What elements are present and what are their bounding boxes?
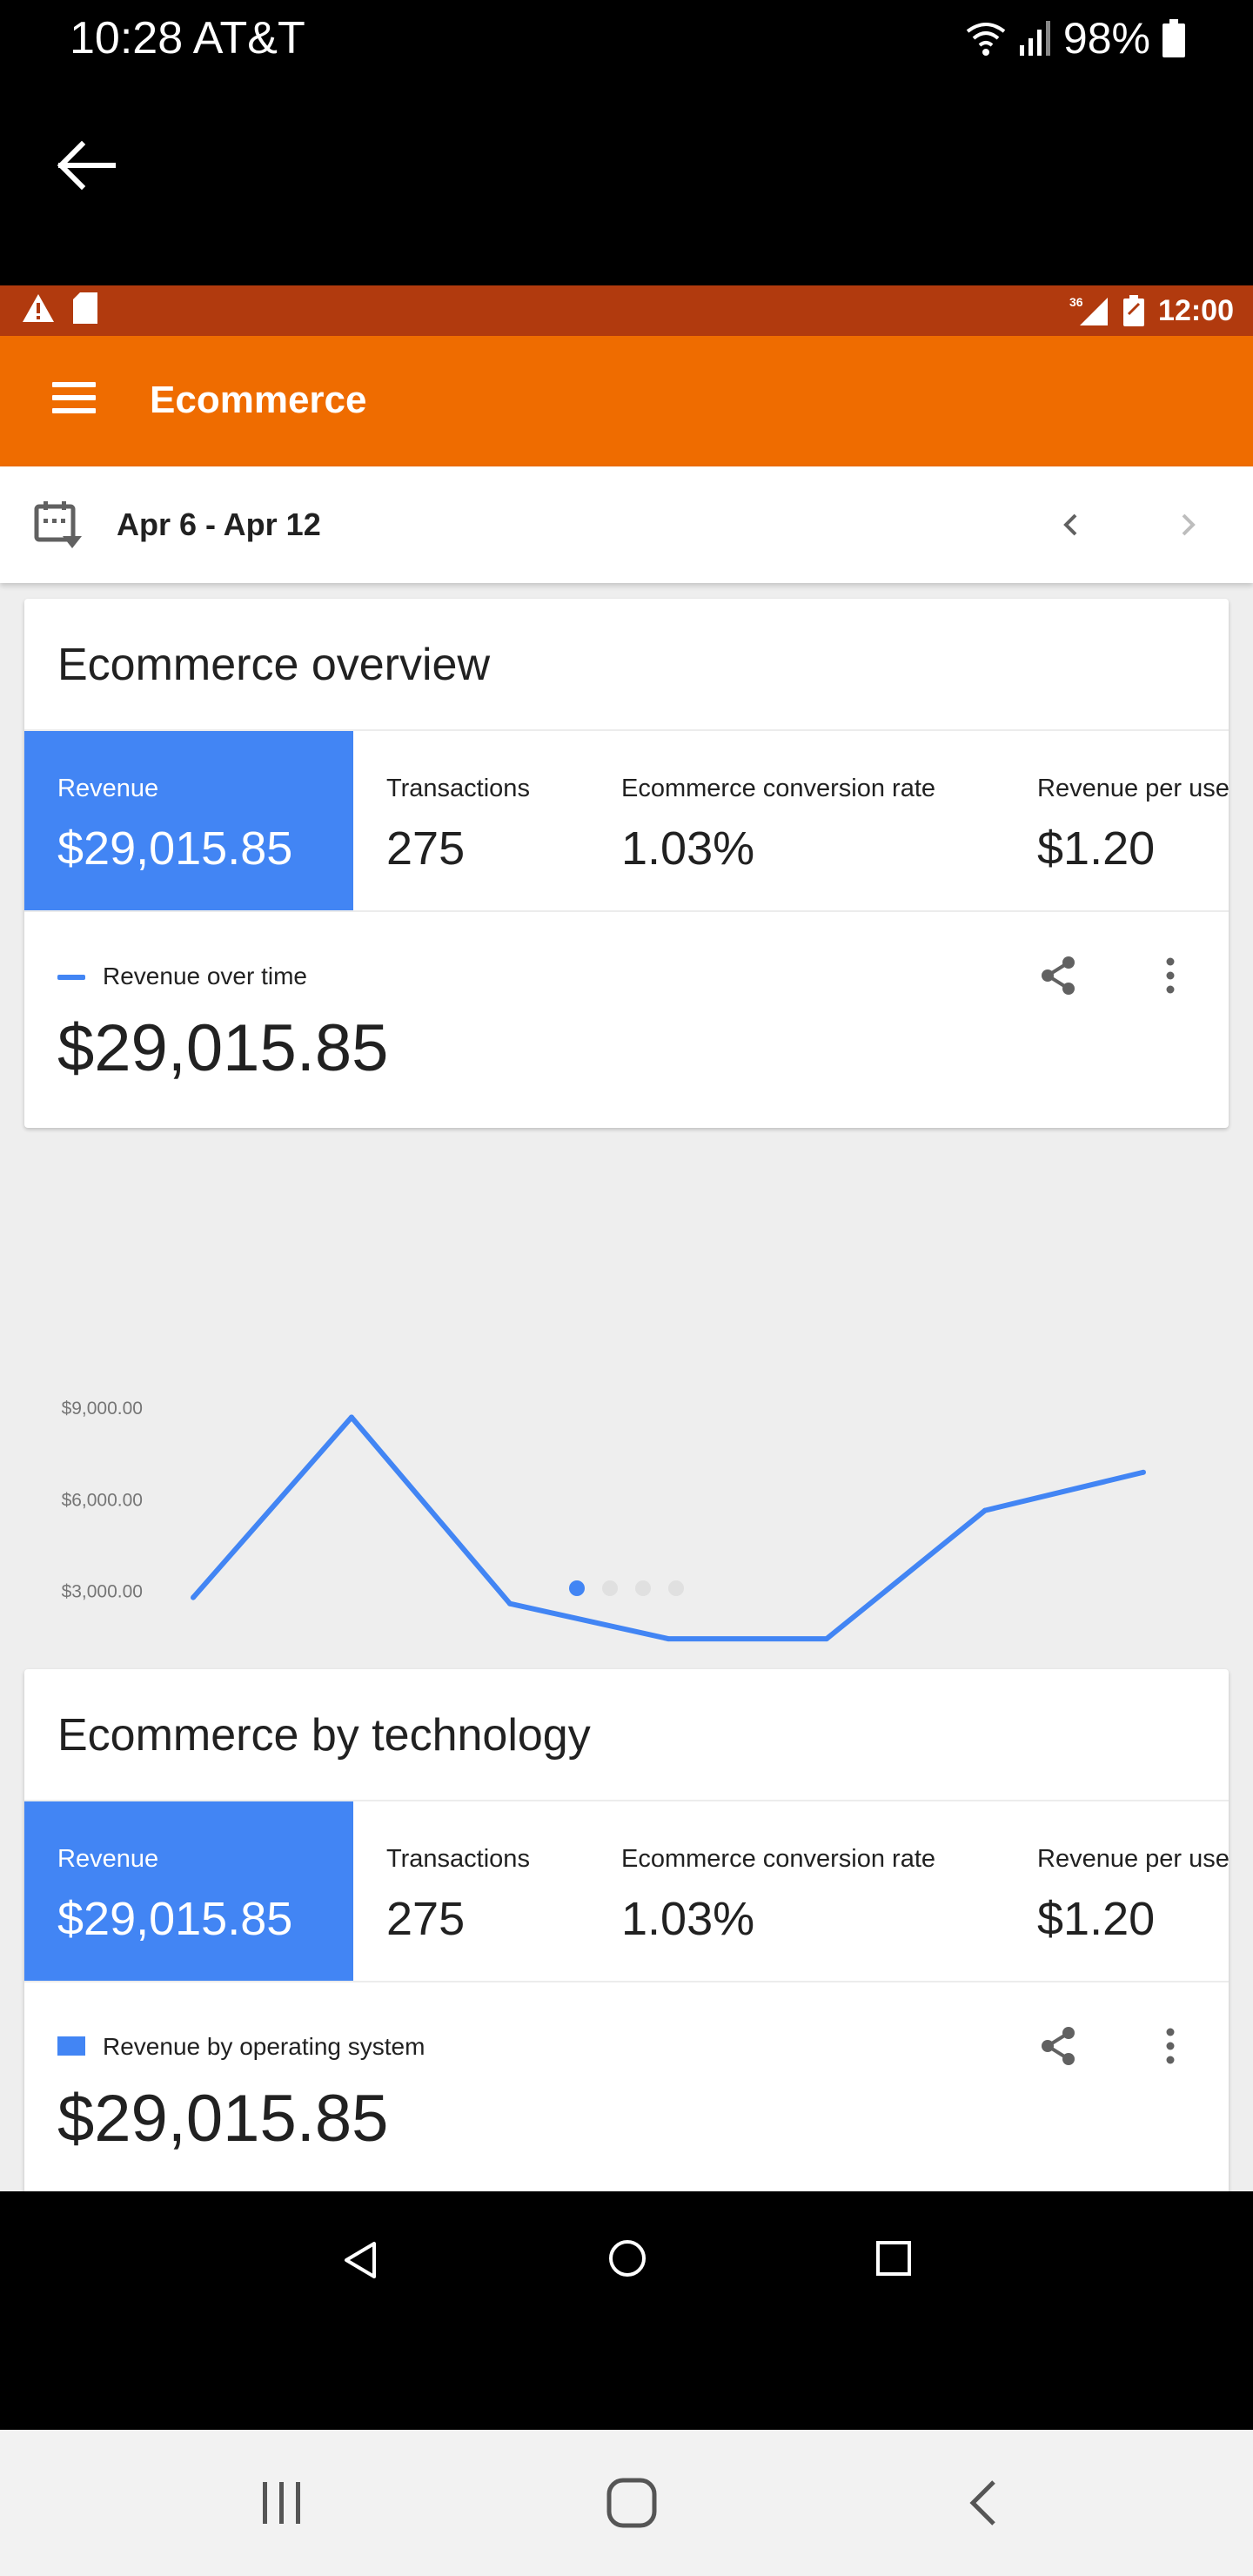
menu-icon[interactable] bbox=[52, 382, 96, 420]
sd-card-icon bbox=[73, 292, 97, 324]
metric-tab-transactions[interactable]: Transactions 275 bbox=[353, 731, 588, 910]
legend-swatch bbox=[57, 2036, 85, 2056]
card-title: Ecommerce overview bbox=[57, 640, 491, 690]
recent-apps-icon[interactable] bbox=[258, 2479, 306, 2527]
y-tick-label: $6,000.00 bbox=[62, 1490, 143, 1510]
data-point[interactable] bbox=[507, 1600, 513, 1607]
chevron-left-icon[interactable] bbox=[1049, 503, 1093, 547]
ecommerce-overview-card: Ecommerce overview Revenue $29,015.85 Tr… bbox=[24, 599, 1229, 1128]
emulator-nav-bar bbox=[0, 2191, 1253, 2430]
chart-legend: Revenue by operating system bbox=[103, 2033, 425, 2060]
calendar-icon[interactable] bbox=[33, 500, 84, 550]
data-point[interactable] bbox=[1141, 1469, 1146, 1475]
more-vert-icon[interactable] bbox=[1157, 2024, 1183, 2068]
phone-status-icons: 98% bbox=[964, 12, 1185, 64]
inner-battery-icon bbox=[1123, 295, 1145, 326]
metric-tab-transactions[interactable]: Transactions 275 bbox=[353, 1801, 588, 1981]
metric-value: 1.03% bbox=[621, 822, 755, 875]
metric-value: 1.03% bbox=[621, 1893, 755, 1945]
metric-tabs: Revenue $29,015.85 Transactions 275 Ecom… bbox=[24, 1800, 1229, 1982]
emulator-screen: 36 12:00 Ecommerce Apr 6 - Apr 12 Ecomme… bbox=[0, 285, 1253, 2191]
metric-tab-revenue[interactable]: Revenue $29,015.85 bbox=[24, 1801, 353, 1981]
data-point[interactable] bbox=[349, 1414, 354, 1420]
date-range-bar: Apr 6 - Apr 12 bbox=[0, 466, 1253, 583]
metric-value: $29,015.85 bbox=[57, 822, 293, 875]
data-point[interactable] bbox=[982, 1507, 988, 1513]
nav-back-icon[interactable] bbox=[339, 2238, 383, 2282]
metric-tab-conversion-rate[interactable]: Ecommerce conversion rate 1.03% bbox=[588, 731, 1004, 910]
page-dot[interactable] bbox=[668, 1580, 684, 1596]
metric-label: Ecommerce conversion rate bbox=[621, 1845, 936, 1873]
more-vert-icon[interactable] bbox=[1157, 954, 1183, 997]
metric-tab-conversion-rate[interactable]: Ecommerce conversion rate 1.03% bbox=[588, 1801, 1004, 1981]
chart-total: $29,015.85 bbox=[57, 1011, 389, 1085]
chevron-right-icon[interactable] bbox=[1166, 503, 1209, 547]
y-tick-label: $3,000.00 bbox=[62, 1582, 143, 1602]
phone-status-bar: 10:28 AT&T 98% bbox=[0, 0, 1253, 78]
chart-header: Revenue over time $29,015.85 bbox=[24, 912, 1229, 1121]
data-point[interactable] bbox=[824, 1636, 829, 1642]
chart-legend: Revenue over time bbox=[103, 963, 308, 989]
data-point[interactable] bbox=[666, 1636, 671, 1642]
data-point[interactable] bbox=[191, 1594, 196, 1600]
warning-icon bbox=[23, 294, 54, 322]
metric-value: $1.20 bbox=[1037, 1893, 1156, 1945]
page-dot[interactable] bbox=[602, 1580, 618, 1596]
phone-toolbar bbox=[0, 78, 1253, 285]
metric-value: $29,015.85 bbox=[57, 1893, 293, 1945]
app-title: Ecommerce bbox=[150, 379, 367, 421]
signal-icon bbox=[1019, 21, 1050, 56]
chart-total: $29,015.85 bbox=[57, 2082, 389, 2156]
phone-nav-bar bbox=[0, 2430, 1253, 2576]
back-arrow-icon[interactable] bbox=[52, 131, 122, 200]
metric-value: $1.20 bbox=[1037, 822, 1156, 875]
metric-tabs: Revenue $29,015.85 Transactions 275 Ecom… bbox=[24, 729, 1229, 912]
app-bar: Ecommerce bbox=[0, 336, 1253, 466]
nav-home-icon[interactable] bbox=[606, 2237, 649, 2280]
page-dot[interactable] bbox=[569, 1580, 585, 1596]
mobile-signal-icon: 36 bbox=[1069, 295, 1109, 325]
metric-tab-revenue-per-user[interactable]: Revenue per use $1.20 bbox=[1004, 1801, 1229, 1981]
metric-value: 275 bbox=[386, 822, 466, 875]
back-icon[interactable] bbox=[961, 2479, 1009, 2527]
metric-label: Transactions bbox=[386, 1845, 530, 1873]
home-icon[interactable] bbox=[604, 2475, 660, 2531]
y-tick-label: $9,000.00 bbox=[62, 1399, 143, 1419]
metric-label: Revenue per use bbox=[1037, 1845, 1229, 1873]
battery-percent: 98% bbox=[1062, 14, 1150, 63]
nav-recents-icon[interactable] bbox=[874, 2238, 914, 2278]
metric-label: Ecommerce conversion rate bbox=[621, 775, 936, 802]
inner-status-bar: 36 12:00 bbox=[0, 285, 1253, 336]
phone-clock: 10:28 AT&T bbox=[70, 13, 305, 64]
revenue-over-time-chart: $0.00$3,000.00$6,000.00$9,000.00Apr 6789… bbox=[62, 1399, 1180, 1707]
battery-icon bbox=[1163, 19, 1185, 57]
date-range-label[interactable]: Apr 6 - Apr 12 bbox=[117, 506, 321, 544]
metric-label: Revenue bbox=[57, 775, 159, 802]
share-icon[interactable] bbox=[1037, 2024, 1081, 2068]
page-dot[interactable] bbox=[635, 1580, 651, 1596]
card-title: Ecommerce by technology bbox=[57, 1710, 591, 1761]
legend-swatch bbox=[57, 975, 85, 980]
metric-label: Revenue per use bbox=[1037, 775, 1229, 802]
wifi-icon bbox=[966, 23, 1006, 56]
share-icon[interactable] bbox=[1037, 954, 1081, 997]
metric-label: Transactions bbox=[386, 775, 530, 802]
inner-clock: 12:00 bbox=[1158, 294, 1234, 327]
page-indicator bbox=[569, 1580, 684, 1596]
metric-value: 275 bbox=[386, 1893, 466, 1945]
chart-header: Revenue by operating system $29,015.85 bbox=[24, 1982, 1229, 2191]
metric-label: Revenue bbox=[57, 1845, 159, 1873]
metric-tab-revenue-per-user[interactable]: Revenue per use $1.20 bbox=[1004, 731, 1229, 910]
metric-tab-revenue[interactable]: Revenue $29,015.85 bbox=[24, 731, 353, 910]
series-line bbox=[191, 1414, 1144, 1642]
ecommerce-by-technology-card: Ecommerce by technology Revenue $29,015.… bbox=[24, 1669, 1229, 2191]
svg-text:36: 36 bbox=[1069, 295, 1083, 309]
